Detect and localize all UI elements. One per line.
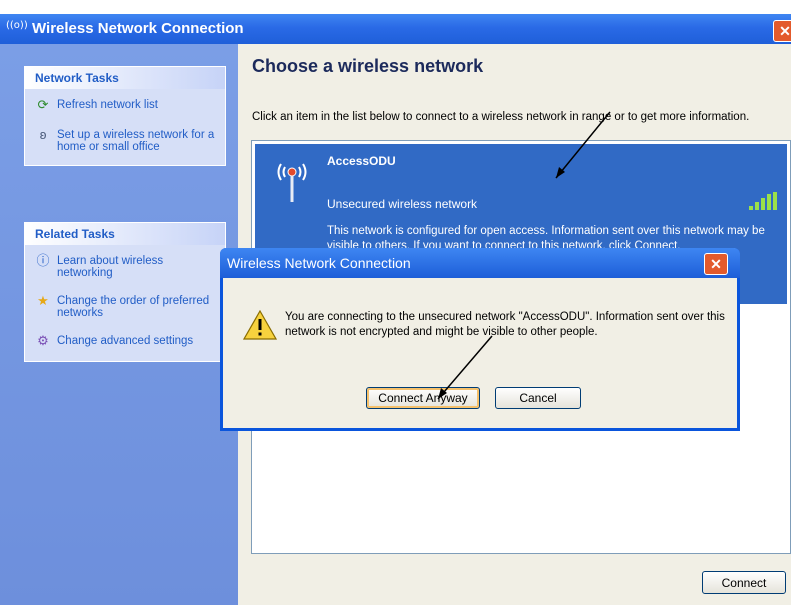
- task-label: Change advanced settings: [57, 335, 194, 347]
- window-title: Wireless Network Connection: [32, 20, 244, 37]
- info-icon: ⓘ: [36, 253, 50, 268]
- signal-strength-icon: [749, 192, 777, 210]
- page-title: Choose a wireless network: [252, 56, 484, 76]
- star-icon: ★: [37, 293, 49, 308]
- dialog-message: You are connecting to the unsecured netw…: [285, 311, 725, 338]
- related-tasks-panel: Related Tasks ⓘ Learn about wireless net…: [24, 222, 226, 362]
- network-name: AccessODU: [327, 154, 396, 168]
- task-label: Set up a wireless network for a home or …: [57, 129, 215, 153]
- network-security: Unsecured wireless network: [327, 197, 478, 211]
- task-label: Change the order of preferred networks: [57, 295, 210, 319]
- refresh-icon: ⟳: [37, 97, 49, 112]
- connect-anyway-button[interactable]: Connect Anyway: [366, 387, 480, 409]
- dialog-close-button[interactable]: ✕: [704, 253, 728, 275]
- setup-wireless-link[interactable]: ʚ Set up a wireless network for a home o…: [25, 117, 225, 165]
- title-bar: ((o)) Wireless Network Connection ✕: [0, 14, 791, 44]
- change-order-link[interactable]: ★ Change the order of preferred networks: [25, 285, 225, 325]
- setup-wireless-icon: ʚ: [39, 127, 47, 142]
- task-label: Refresh network list: [57, 99, 158, 111]
- connect-button[interactable]: Connect: [702, 571, 786, 594]
- wireless-icon: ((o)): [6, 20, 28, 31]
- dialog-title-bar: Wireless Network Connection ✕: [220, 248, 740, 278]
- task-label: Learn about wireless networking: [57, 255, 164, 279]
- antenna-icon: [277, 163, 307, 202]
- related-tasks-header[interactable]: Related Tasks: [25, 223, 225, 245]
- cancel-button[interactable]: Cancel: [495, 387, 581, 409]
- wireless-network-window: ((o)) Wireless Network Connection ✕ Netw…: [0, 0, 791, 605]
- close-button[interactable]: ✕: [773, 20, 791, 42]
- refresh-network-list-link[interactable]: ⟳ Refresh network list: [25, 89, 225, 117]
- sidebar: Network Tasks ⟳ Refresh network list ʚ S…: [0, 44, 238, 605]
- dialog-title: Wireless Network Connection: [227, 255, 411, 271]
- settings-icon: ⚙: [37, 333, 49, 348]
- description-text: Click an item in the list below to conne…: [252, 111, 750, 123]
- network-tasks-panel: Network Tasks ⟳ Refresh network list ʚ S…: [24, 66, 226, 166]
- learn-wireless-link[interactable]: ⓘ Learn about wireless networking: [25, 245, 225, 285]
- warning-icon: [243, 310, 277, 340]
- warning-dialog: Wireless Network Connection ✕ You are co…: [220, 248, 740, 431]
- network-tasks-header[interactable]: Network Tasks: [25, 67, 225, 89]
- advanced-settings-link[interactable]: ⚙ Change advanced settings: [25, 325, 225, 361]
